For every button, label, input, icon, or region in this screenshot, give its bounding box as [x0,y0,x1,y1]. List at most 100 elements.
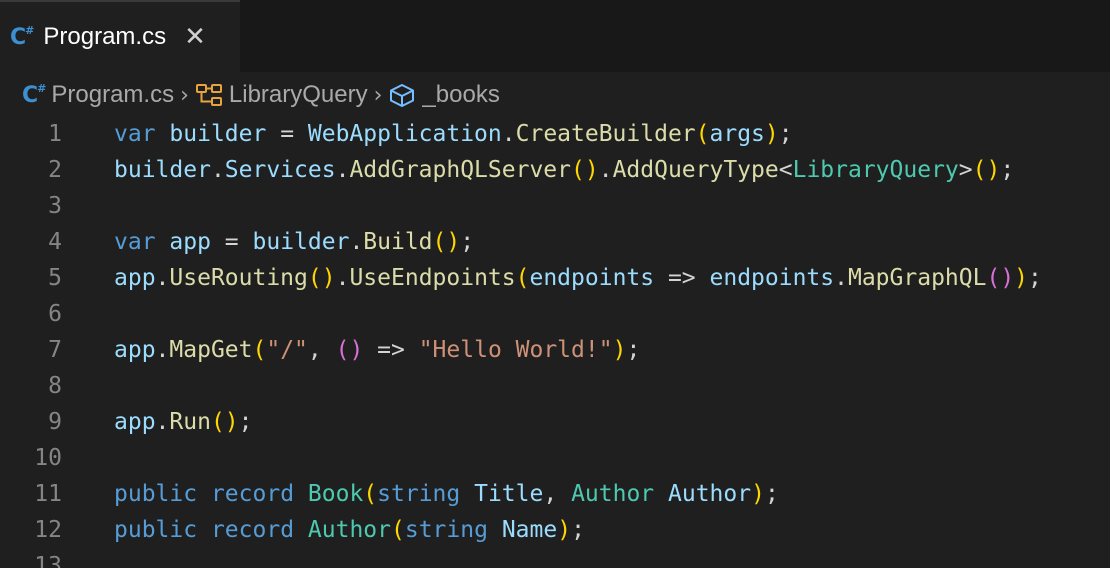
code-line[interactable]: 5 app.UseRouting().UseEndpoints(endpoints… [0,260,1110,296]
code-token: endpoints [529,265,655,291]
code-token: string [377,481,461,507]
code-line[interactable]: 2 builder.Services.AddGraphQLServer().Add… [0,152,1110,188]
breadcrumb-member-label: _books [422,81,500,108]
code-token: => [363,337,419,363]
code-line[interactable]: 9 app.Run(); [0,404,1110,440]
code-text: app.Run(); [114,409,253,435]
breadcrumb: C# Program.cs › LibraryQuery › _books [22,76,500,114]
code-token: . [155,265,170,291]
code-token: = [210,229,253,255]
line-number: 5 [48,265,62,291]
code-token: ; [238,409,253,435]
code-token: () [307,265,336,291]
code-token: . [501,121,516,147]
code-token: ) [764,121,779,147]
code-line[interactable]: 10 [0,440,1110,476]
line-number: 2 [48,157,62,183]
breadcrumb-file-label: Program.cs [51,81,175,108]
code-token: "/" [266,337,308,363]
code-token: . [210,157,225,183]
code-token: , [543,481,572,507]
code-text: var builder = WebApplication.CreateBuild… [114,121,793,147]
code-token: Run [169,409,211,435]
line-number: 4 [48,229,62,255]
code-line[interactable]: 4 var app = builder.Build(); [0,224,1110,260]
line-number: 10 [34,445,62,471]
code-token: . [335,157,350,183]
code-token: string [404,517,488,543]
code-line[interactable]: 13 [0,548,1110,568]
code-token: Title [474,481,544,507]
code-token: ( [391,517,405,543]
code-token: ( [363,481,378,507]
line-number: 3 [48,193,62,219]
code-line[interactable]: 1 var builder = WebApplication.CreateBuil… [0,116,1110,152]
field-cube-icon [390,84,415,107]
code-token: ) [612,337,627,363]
code-line[interactable]: 12 public record Author(string Name); [0,512,1110,548]
code-token: Book [307,481,364,507]
code-token: ; [778,121,793,147]
code-token: , [307,337,336,363]
code-token: . [155,337,170,363]
code-token: ; [626,337,641,363]
code-token: ( [515,265,530,291]
line-number: 8 [48,373,62,399]
code-token: < [778,157,793,183]
code-token: Author [668,481,752,507]
code-token: () [571,157,599,183]
code-token: ) [751,481,765,507]
code-token: record [210,517,295,543]
code-text: public record Author(string Name); [114,517,585,543]
code-token: . [335,265,350,291]
code-token: () [972,157,1001,183]
code-token: > [958,157,973,183]
code-token: "Hello World!" [418,337,613,363]
code-token: ; [1028,265,1042,291]
code-token: var [114,121,156,147]
code-token: () [335,337,364,363]
line-number: 13 [34,553,62,568]
chevron-right-icon: › [373,82,383,108]
code-token: UseRouting [169,265,308,291]
code-token: LibraryQuery [792,157,959,183]
code-token: builder [114,157,211,183]
code-token: builder [169,121,267,147]
code-token: ; [460,229,475,255]
code-token: ) [1014,265,1029,291]
code-text: builder.Services.AddGraphQLServer().AddQ… [114,157,1014,183]
code-line[interactable]: 3 [0,188,1110,224]
class-icon [195,84,222,106]
code-line[interactable]: 8 [0,368,1110,404]
code-token: var [114,229,156,255]
code-token: app [114,337,156,363]
csharp-file-icon: C# [22,82,46,108]
line-number: 11 [34,481,62,507]
code-token: () [432,229,461,255]
code-token: . [155,409,170,435]
code-token: record [210,481,295,507]
code-token: Name [501,517,558,543]
code-text: app.UseRouting().UseEndpoints(endpoints … [114,265,1042,291]
breadcrumb-class[interactable]: LibraryQuery [195,81,368,109]
code-line[interactable]: 7 app.MapGet("/", () => "Hello World!"); [0,332,1110,368]
code-line[interactable]: 11 public record Book(string Title, Autho… [0,476,1110,512]
breadcrumb-file[interactable]: C# Program.cs [22,81,174,109]
code-line[interactable]: 6 [0,296,1110,332]
code-token: UseEndpoints [349,265,516,291]
close-icon[interactable]: ✕ [184,22,206,52]
code-token: endpoints [709,265,835,291]
line-number: 7 [48,337,62,363]
code-token: Author [571,481,655,507]
code-token: ) [557,517,572,543]
tab-label: Program.cs [43,23,167,50]
tab-program-cs[interactable]: C# Program.cs ✕ [0,0,240,72]
tab-bar: C# Program.cs ✕ [0,0,1110,72]
breadcrumb-member[interactable]: _books [388,81,500,109]
code-editor[interactable]: 1 var builder = WebApplication.CreateBuil… [0,116,1110,568]
breadcrumb-class-label: LibraryQuery [228,81,368,108]
